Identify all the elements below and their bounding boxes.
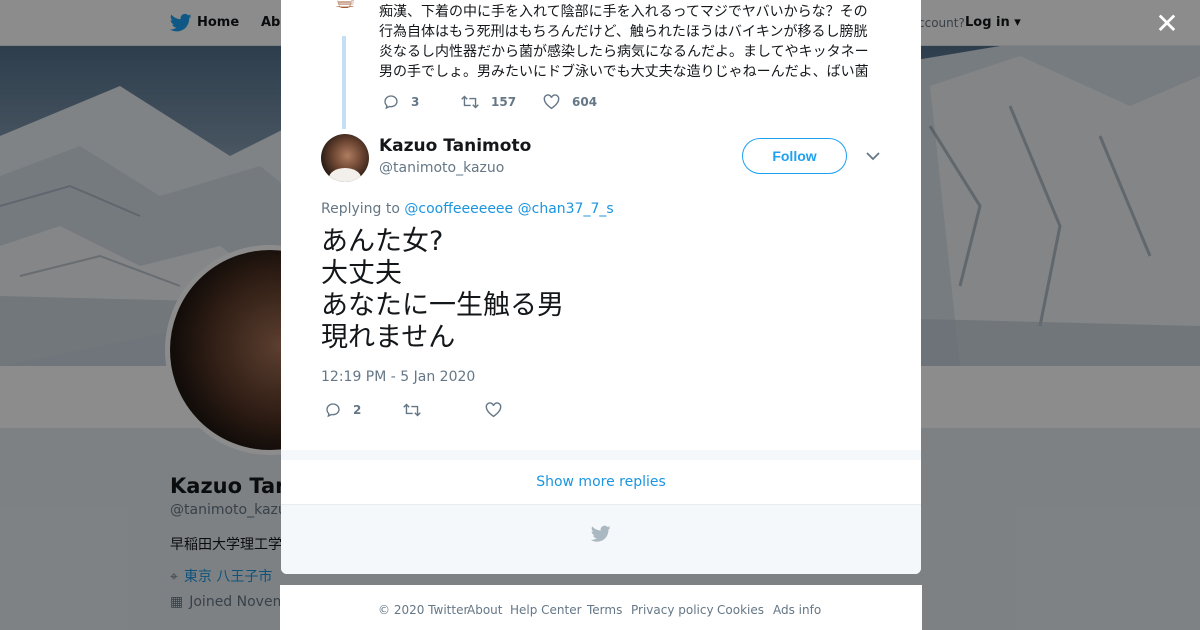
previous-tweet[interactable]: ☕ 痴漢、下着の中に手を入れて陰部に手を入れるってマジでヤバいからな？その行為自…	[281, 0, 921, 129]
page-footer: © 2020 Twitter About Help Center Terms P…	[280, 585, 922, 630]
reply-button[interactable]: 3	[383, 92, 419, 112]
footer-link-help-center[interactable]: Help Center	[510, 603, 582, 617]
heart-icon	[543, 94, 560, 110]
tweet-modal: ☕ 痴漢、下着の中に手を入れて陰部に手を入れるってマジでヤバいからな？その行為自…	[281, 0, 921, 574]
replying-to: Replying to @cooffeeeeeee @chan37_7_s	[321, 201, 614, 217]
like-button[interactable]: 604	[543, 92, 597, 112]
tweet-text: あんた女? 大丈夫 あなたに一生触る男 現れません	[321, 226, 564, 354]
tweet-text-line: 大丈夫	[321, 258, 402, 289]
section-divider	[281, 450, 921, 460]
close-icon[interactable]: ✕	[1154, 10, 1180, 38]
footer-link-privacy[interactable]: Privacy policy	[631, 603, 714, 617]
footer-link-cookies[interactable]: Cookies	[717, 603, 764, 617]
like-button[interactable]	[485, 400, 514, 420]
tweet-avatar[interactable]	[321, 134, 369, 182]
footer-link-ads-info[interactable]: Ads info	[773, 603, 821, 617]
replying-prefix: Replying to	[321, 201, 405, 217]
show-more-replies-button[interactable]: Show more replies	[281, 460, 921, 505]
footer-copyright: © 2020 Twitter	[378, 603, 469, 617]
reply-count: 2	[353, 403, 362, 417]
reply-button[interactable]: 2	[325, 400, 361, 420]
twitter-bird-icon	[591, 525, 611, 542]
reply-icon	[326, 403, 340, 418]
avatar-shirt	[329, 168, 361, 182]
reply-to-link-2[interactable]: @chan37_7_s	[518, 201, 614, 217]
thread-connector	[342, 36, 346, 129]
reply-icon	[384, 95, 398, 110]
tweet-timestamp[interactable]: 12:19 PM - 5 Jan 2020	[321, 369, 475, 385]
tweet-text-line: 現れません	[321, 322, 456, 353]
reply-to-link-1[interactable]: @cooffeeeeeee	[404, 201, 513, 217]
reply-count: 3	[411, 95, 420, 109]
chevron-down-icon[interactable]	[865, 148, 881, 164]
previous-tweet-text: 痴漢、下着の中に手を入れて陰部に手を入れるってマジでヤバいからな？その行為自体は…	[379, 4, 869, 80]
tweet-text-line: あんた女?	[321, 226, 444, 257]
footer-link-about[interactable]: About	[467, 603, 502, 617]
retweet-button[interactable]: 157	[461, 92, 516, 112]
retweet-icon	[403, 403, 421, 417]
tweet-author-name[interactable]: Kazuo Tanimoto	[379, 136, 531, 156]
tweet-text-line: あなたに一生触る男	[321, 290, 564, 321]
heart-icon	[485, 402, 502, 418]
modal-footer	[281, 505, 921, 574]
follow-button[interactable]: Follow	[742, 138, 847, 174]
retweet-icon	[461, 95, 479, 109]
like-count: 604	[572, 95, 598, 109]
retweet-count: 157	[491, 95, 517, 109]
retweet-button[interactable]	[403, 400, 433, 420]
previous-tweet-avatar[interactable]: ☕	[321, 0, 369, 24]
footer-link-terms[interactable]: Terms	[587, 603, 622, 617]
tweet-author-handle[interactable]: @tanimoto_kazuo	[379, 160, 504, 176]
coffee-cup-icon: ☕	[321, 0, 369, 24]
